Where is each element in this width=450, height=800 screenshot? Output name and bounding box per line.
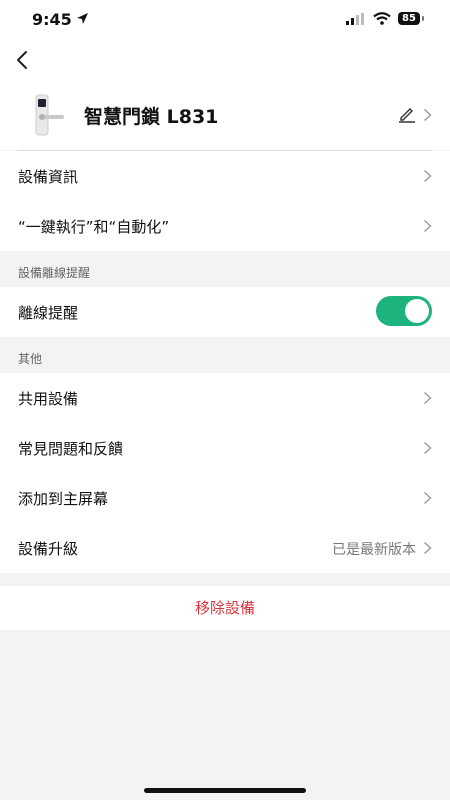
faq-feedback-row[interactable]: 常見問題和反饋 [0, 423, 450, 473]
cellular-signal-icon [346, 13, 364, 25]
offline-reminder-toggle[interactable] [376, 296, 432, 326]
chevron-right-icon [424, 491, 432, 505]
row-label: 常見問題和反饋 [18, 440, 124, 458]
remove-device-button[interactable]: 移除設備 [0, 586, 450, 630]
status-time: 9:45 [32, 10, 72, 29]
section-title-offline: 設備離線提醒 [18, 266, 91, 280]
chevron-right-icon [424, 391, 432, 405]
row-label: 共用設備 [18, 390, 79, 408]
offline-reminder-row: 離線提醒 [0, 287, 450, 337]
toggle-knob [405, 299, 429, 323]
chevron-right-icon [424, 441, 432, 455]
wifi-icon [373, 12, 391, 25]
share-device-row[interactable]: 共用設備 [0, 373, 450, 423]
device-header[interactable]: 智慧門鎖 L831 [0, 80, 450, 150]
door-lock-image-icon [35, 94, 64, 136]
scene-automation-row[interactable]: “一鍵執行”和“自動化” [0, 201, 450, 251]
back-chevron-icon[interactable] [12, 48, 34, 72]
status-bar: 9:45 85 [0, 0, 450, 40]
location-arrow-icon [77, 13, 88, 24]
device-info-row[interactable]: 設備資訊 [0, 151, 450, 201]
remove-device-label: 移除設備 [194, 599, 255, 617]
row-label: 設備升級 [18, 540, 79, 558]
row-label: “一鍵執行”和“自動化” [18, 218, 170, 236]
device-name: 智慧門鎖 L831 [84, 106, 219, 128]
row-label: 設備資訊 [18, 168, 79, 186]
edit-pencil-icon[interactable] [398, 105, 416, 123]
section-title-other: 其他 [18, 352, 43, 366]
home-indicator[interactable] [144, 788, 306, 793]
firmware-status: 已是最新版本 [332, 542, 416, 558]
chevron-right-icon [424, 219, 432, 233]
battery-cap [422, 16, 424, 21]
row-label: 添加到主屏幕 [18, 490, 109, 508]
row-label: 離線提醒 [18, 304, 79, 322]
nav-bar [0, 40, 450, 80]
battery-icon: 85 [398, 12, 420, 25]
chevron-right-icon [424, 169, 432, 183]
firmware-upgrade-row[interactable]: 設備升級 已是最新版本 [0, 523, 450, 573]
chevron-right-icon [424, 541, 432, 555]
add-to-home-screen-row[interactable]: 添加到主屏幕 [0, 473, 450, 523]
chevron-right-icon [424, 108, 432, 122]
